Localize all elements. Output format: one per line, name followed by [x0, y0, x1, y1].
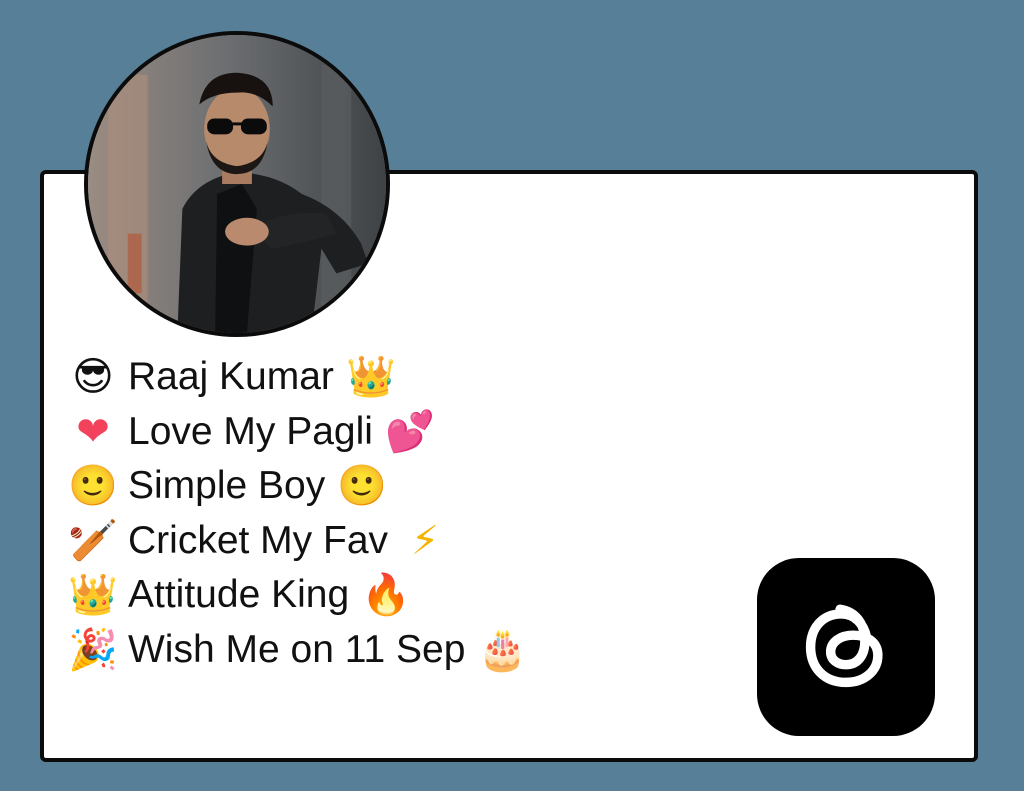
threads-at-icon — [805, 604, 883, 688]
bio-text: Love My Pagli — [128, 409, 373, 453]
red-heart-icon: ❤ — [76, 408, 110, 455]
avatar[interactable] — [84, 31, 390, 337]
bio-list: 😎 Raaj Kumar 👑 ❤ Love My Pagli 💕 🙂 Simpl… — [68, 350, 527, 677]
bio-text: Cricket My Fav — [128, 518, 389, 562]
sunglasses-face-icon: 😎 — [72, 354, 114, 401]
slight-smile-icon: 🙂 — [337, 463, 388, 510]
party-popper-icon: 🎉 — [68, 626, 118, 673]
crown-icon: 👑 — [346, 354, 396, 401]
bio-line-simple: 🙂 Simple Boy 🙂 — [68, 459, 527, 514]
bio-line-name: 😎 Raaj Kumar 👑 — [68, 350, 527, 405]
profile-photo-icon — [88, 35, 386, 333]
bio-text: Simple Boy — [128, 464, 326, 507]
two-hearts-icon: 💕 — [385, 408, 435, 455]
bio-line-cricket: 🏏 Cricket My Fav ⚡ — [68, 514, 527, 569]
slight-smile-icon: 🙂 — [68, 463, 118, 510]
bio-text: Wish Me on 11 Sep — [128, 627, 466, 671]
lightning-icon: ⚡ — [410, 517, 440, 564]
birthday-cake-icon: 🎂 — [477, 626, 528, 673]
bio-text: Attitude King — [128, 573, 350, 616]
bio-line-attitude: 👑 Attitude King 🔥 — [68, 568, 527, 623]
fire-icon: 🔥 — [361, 572, 412, 619]
crown-icon: 👑 — [68, 572, 118, 619]
bio-line-birthday: 🎉 Wish Me on 11 Sep 🎂 — [68, 623, 527, 678]
bio-line-love: ❤ Love My Pagli 💕 — [68, 405, 527, 460]
cricket-bat-icon: 🏏 — [68, 517, 118, 564]
threads-logo-icon[interactable] — [757, 558, 935, 736]
bio-text: Raaj Kumar — [128, 355, 334, 398]
